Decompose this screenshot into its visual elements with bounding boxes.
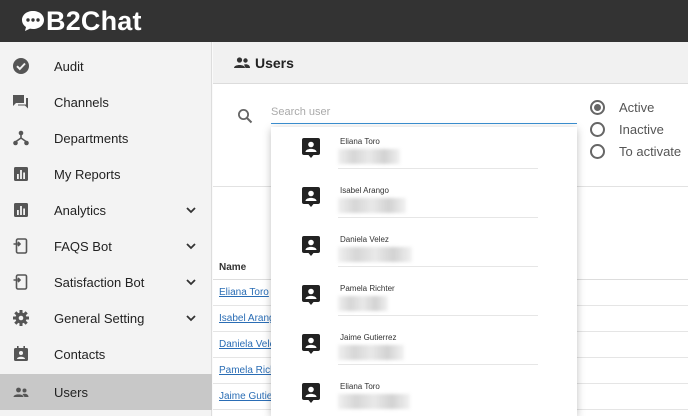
sidebar-item-users[interactable]: Users	[0, 374, 212, 410]
suggestion-name: Pamela Richter	[340, 284, 395, 293]
suggestion-name: Daniela Velez	[340, 235, 389, 244]
contact-card-icon	[301, 284, 321, 306]
radio-unchecked-icon[interactable]	[590, 143, 605, 159]
filter-radio-active[interactable]: Active	[590, 98, 688, 116]
logo[interactable]: B2Chat	[21, 6, 142, 36]
sidebar-item-label: FAQS Bot	[54, 238, 112, 254]
suggestion-item[interactable]: Pamela Richter	[271, 274, 577, 323]
sidebar-item-analytics[interactable]: Analytics	[0, 192, 212, 228]
column-header-name[interactable]: Name	[219, 262, 246, 273]
divider	[338, 217, 538, 218]
sidebar-item-general-setting[interactable]: General Setting	[0, 300, 212, 336]
bot-icon	[12, 273, 30, 291]
chevron-down-icon[interactable]	[184, 239, 198, 253]
sidebar-item-label: Satisfaction Bot	[54, 274, 145, 290]
chat-bubble-icon	[21, 10, 45, 32]
check-circle-icon	[12, 57, 30, 75]
radio-label: Inactive	[619, 121, 664, 137]
hierarchy-icon	[12, 129, 30, 147]
users-icon	[233, 55, 251, 71]
suggestion-item[interactable]: Daniela Velez	[271, 225, 577, 274]
suggestion-item[interactable]: Jaime Gutierrez	[271, 323, 577, 372]
sidebar-item-contacts[interactable]: Contacts	[0, 336, 212, 372]
filter-radio-inactive[interactable]: Inactive	[590, 120, 688, 138]
divider	[338, 266, 538, 267]
redacted-detail	[338, 296, 388, 311]
suggestion-item[interactable]: Isabel Arango	[271, 176, 577, 225]
sidebar-item-label: Channels	[54, 94, 109, 110]
page-title: Users	[255, 55, 294, 71]
radio-checked-icon[interactable]	[590, 99, 605, 115]
redacted-detail	[338, 198, 406, 213]
redacted-detail	[338, 149, 400, 164]
suggestion-name: Eliana Toro	[340, 137, 380, 146]
sidebar-item-label: Users	[54, 384, 88, 400]
radio-label: To activate	[619, 143, 682, 159]
filter-radio-to-activate[interactable]: To activate	[590, 142, 688, 160]
bar-chart-icon	[12, 201, 30, 219]
suggestion-name: Jaime Gutierrez	[340, 333, 397, 342]
divider	[338, 168, 538, 169]
divider	[338, 364, 538, 365]
sidebar-item-channels[interactable]: Channels	[0, 84, 212, 120]
divider	[338, 315, 538, 316]
top-bar: B2Chat	[0, 0, 688, 42]
sidebar: Audit Channels Departments My Reports An…	[0, 42, 212, 416]
contact-card-icon	[301, 137, 321, 159]
sidebar-item-label: Audit	[54, 58, 84, 74]
sidebar-item-my-reports[interactable]: My Reports	[0, 156, 212, 192]
chevron-down-icon[interactable]	[184, 275, 198, 289]
radio-unchecked-icon[interactable]	[590, 121, 605, 137]
contact-card-icon	[301, 235, 321, 257]
bar-chart-icon	[12, 165, 30, 183]
sidebar-item-satisfaction-bot[interactable]: Satisfaction Bot	[0, 264, 212, 300]
sidebar-item-label: Departments	[54, 130, 129, 146]
search-suggestions-dropdown: Eliana Toro Isabel Arango Daniela Velez …	[271, 127, 577, 416]
sidebar-item-label: General Setting	[54, 310, 145, 326]
radio-label: Active	[619, 99, 655, 115]
chevron-down-icon[interactable]	[184, 311, 198, 325]
contact-card-icon	[301, 186, 321, 208]
chevron-down-icon[interactable]	[184, 203, 198, 217]
sidebar-item-label: Contacts	[54, 346, 106, 362]
gear-icon	[12, 309, 30, 327]
users-icon	[12, 383, 30, 401]
suggestion-name: Eliana Toro	[340, 382, 380, 391]
suggestion-name: Isabel Arango	[340, 186, 389, 195]
user-name-link[interactable]: Eliana Toro	[219, 287, 269, 298]
search-icon[interactable]	[237, 108, 253, 124]
suggestion-item[interactable]: Eliana Toro	[271, 372, 577, 416]
sidebar-item-label: My Reports	[54, 166, 121, 182]
sidebar-item-label: Analytics	[54, 202, 107, 218]
contacts-icon	[12, 345, 30, 363]
contact-card-icon	[301, 333, 321, 355]
redacted-detail	[338, 394, 410, 409]
search-input[interactable]	[271, 100, 577, 124]
app-name: B2Chat	[46, 6, 142, 36]
redacted-detail	[338, 247, 412, 262]
contact-card-icon	[301, 382, 321, 404]
sidebar-item-audit[interactable]: Audit	[0, 48, 212, 84]
sidebar-item-faqs-bot[interactable]: FAQS Bot	[0, 228, 212, 264]
chat-icon	[12, 93, 30, 111]
bot-icon	[12, 237, 30, 255]
suggestion-item[interactable]: Eliana Toro	[271, 127, 577, 176]
page-header: Users	[213, 42, 688, 84]
sidebar-item-departments[interactable]: Departments	[0, 120, 212, 156]
redacted-detail	[338, 345, 404, 360]
